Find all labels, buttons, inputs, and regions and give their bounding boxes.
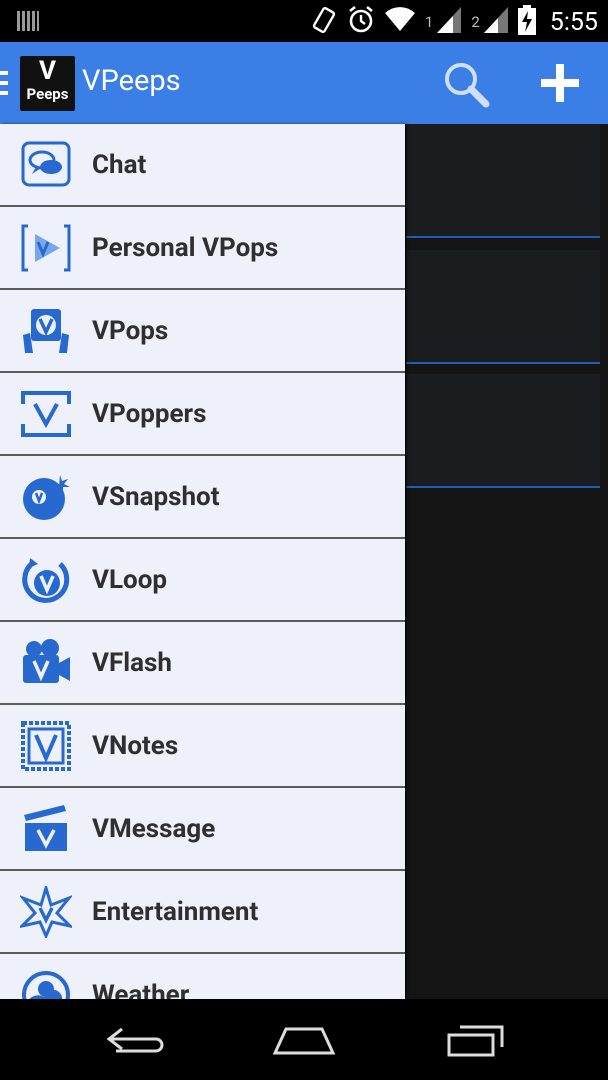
content-card[interactable] (406, 374, 600, 488)
drawer-item-vmessage[interactable]: VMessage (0, 788, 405, 871)
drawer-item-label: VLoop (92, 564, 168, 595)
recent-apps-icon (447, 1025, 504, 1057)
status-bar: 1 2 5:55 (0, 0, 608, 42)
drawer-item-label: Chat (92, 149, 147, 180)
drawer-item-label: Weather (92, 979, 190, 1000)
home-button[interactable] (272, 1021, 336, 1065)
vpops-icon (23, 308, 69, 353)
snapshot-icon (23, 474, 70, 520)
signal2-icon (483, 7, 508, 37)
sim2-label: 2 (471, 13, 480, 31)
drawer-item-label: VSnapshot (92, 481, 220, 512)
drawer-item-chat[interactable]: Chat (0, 124, 405, 207)
drawer-item-label: VFlash (92, 647, 172, 678)
drawer-indicator-icon[interactable] (0, 71, 8, 99)
system-navigation-bar (0, 999, 608, 1080)
drawer-item-label: VPops (92, 315, 169, 346)
back-icon (106, 1027, 164, 1053)
play-icon (21, 224, 71, 271)
plus-icon (541, 64, 579, 102)
search-button[interactable] (441, 59, 491, 113)
drawer-item-vsnapshot[interactable]: VSnapshot (0, 456, 405, 539)
signal1-icon (437, 7, 462, 37)
star-icon (20, 885, 72, 938)
drawer-item-label: VMessage (92, 813, 216, 844)
content-card[interactable] (406, 250, 600, 364)
signal-bars-icon (16, 9, 40, 37)
content-area (406, 124, 608, 999)
drawer-item-label: VNotes (92, 730, 179, 761)
weather-icon (22, 970, 70, 999)
vibrate-icon (311, 5, 337, 39)
drawer-item-entertainment[interactable]: Entertainment (0, 871, 405, 954)
message-icon (24, 804, 67, 851)
drawer-item-label: Entertainment (92, 896, 259, 927)
alarm-icon (347, 5, 375, 39)
chat-icon (21, 141, 71, 186)
navigation-drawer: Chat Personal VPops VPops VPoppers VSnap… (0, 124, 405, 999)
vpoppers-icon (21, 390, 71, 437)
recent-apps-button[interactable] (446, 1021, 506, 1065)
drawer-item-vpoppers[interactable]: VPoppers (0, 373, 405, 456)
content-card[interactable] (406, 124, 600, 238)
drawer-item-label: Personal VPops (92, 232, 279, 263)
notes-icon (21, 720, 71, 771)
search-icon (445, 63, 490, 108)
back-button[interactable] (106, 1021, 166, 1065)
camera-icon (23, 638, 70, 683)
drawer-item-personal-vpops[interactable]: Personal VPops (0, 207, 405, 290)
loop-icon (22, 557, 70, 603)
home-icon (272, 1027, 336, 1055)
drawer-item-vnotes[interactable]: VNotes (0, 705, 405, 788)
clock: 5:55 (549, 7, 598, 37)
action-bar: V Peeps VPeeps (0, 42, 608, 124)
drawer-item-vpops[interactable]: VPops (0, 290, 405, 373)
drawer-item-weather[interactable]: Weather (0, 954, 405, 999)
battery-charging-icon (517, 5, 536, 39)
app-logo[interactable]: V Peeps (20, 56, 75, 111)
app-title: VPeeps (82, 64, 181, 98)
wifi-icon (384, 7, 415, 37)
drawer-item-label: VPoppers (92, 398, 207, 429)
add-button[interactable] (538, 61, 582, 109)
sim1-label: 1 (424, 13, 434, 31)
drawer-item-vloop[interactable]: VLoop (0, 539, 405, 622)
drawer-item-vflash[interactable]: VFlash (0, 622, 405, 705)
